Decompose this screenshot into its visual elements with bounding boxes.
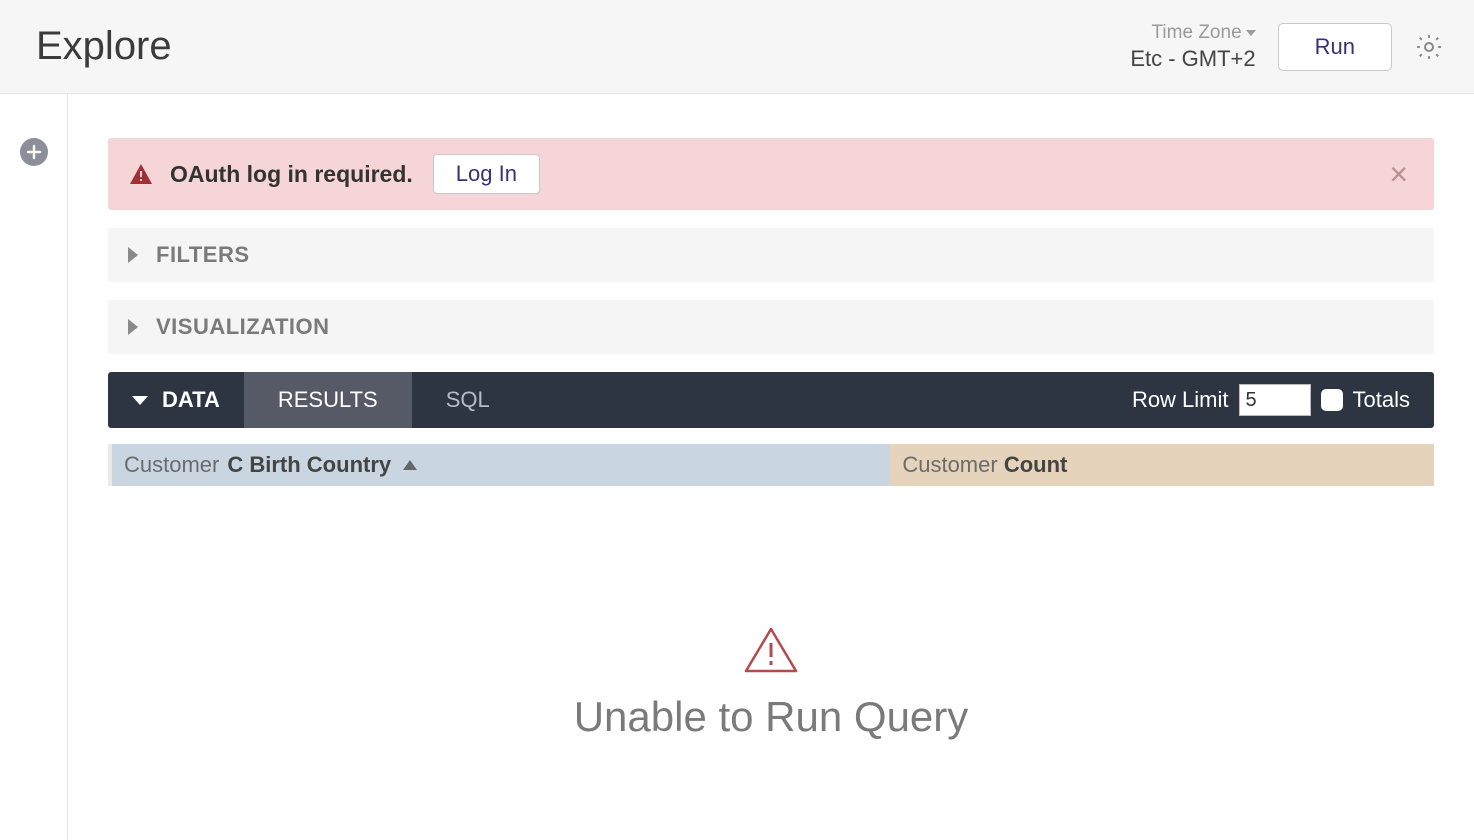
sql-tab[interactable]: SQL xyxy=(412,372,524,428)
dimension-name: C Birth Country xyxy=(227,452,391,478)
dimension-prefix: Customer xyxy=(124,452,219,478)
measure-name: Count xyxy=(1004,452,1068,477)
caret-right-icon xyxy=(128,247,138,263)
left-rail xyxy=(0,94,68,840)
header-bar: Explore Time Zone Etc - GMT+2 Run xyxy=(0,0,1474,94)
data-tab-label: DATA xyxy=(162,387,220,413)
main-content: OAuth log in required. Log In × FILTERS … xyxy=(68,94,1474,840)
row-limit-input[interactable] xyxy=(1239,384,1311,416)
warning-icon xyxy=(128,162,154,186)
sort-asc-icon xyxy=(403,460,417,470)
timezone-label: Time Zone xyxy=(1130,21,1255,45)
add-button[interactable] xyxy=(20,138,48,166)
column-header-count[interactable]: Customer Count xyxy=(890,444,1434,486)
totals-checkbox[interactable] xyxy=(1321,389,1343,411)
settings-button[interactable] xyxy=(1414,32,1444,62)
header-right: Time Zone Etc - GMT+2 Run xyxy=(1130,21,1444,72)
run-button[interactable]: Run xyxy=(1278,23,1392,71)
timezone-value: Etc - GMT+2 xyxy=(1130,45,1255,73)
filters-label: FILTERS xyxy=(156,242,250,268)
oauth-alert: OAuth log in required. Log In × xyxy=(108,138,1434,210)
data-bar: DATA RESULTS SQL Row Limit Totals xyxy=(108,372,1434,428)
login-button[interactable]: Log In xyxy=(433,154,540,194)
alert-message: OAuth log in required. xyxy=(170,161,413,188)
column-headers: Customer C Birth Country Customer Count xyxy=(108,444,1434,486)
close-icon: × xyxy=(1389,156,1408,192)
row-limit-label: Row Limit xyxy=(1132,387,1229,413)
page-title: Explore xyxy=(36,24,172,69)
measure-prefix: Customer xyxy=(902,452,997,477)
filters-panel[interactable]: FILTERS xyxy=(108,228,1434,282)
plus-icon xyxy=(26,144,42,160)
warning-icon xyxy=(743,626,799,674)
column-header-birth-country[interactable]: Customer C Birth Country xyxy=(108,444,890,486)
data-tab[interactable]: DATA xyxy=(108,372,244,428)
results-tab[interactable]: RESULTS xyxy=(244,372,412,428)
caret-right-icon xyxy=(128,319,138,335)
gear-icon xyxy=(1414,32,1444,62)
visualization-panel[interactable]: VISUALIZATION xyxy=(108,300,1434,354)
error-message: Unable to Run Query xyxy=(108,693,1434,741)
error-area: Unable to Run Query xyxy=(108,626,1434,741)
chevron-down-icon xyxy=(1246,30,1256,36)
visualization-label: VISUALIZATION xyxy=(156,314,330,340)
timezone-selector[interactable]: Time Zone Etc - GMT+2 xyxy=(1130,21,1255,72)
alert-close-button[interactable]: × xyxy=(1383,158,1414,190)
caret-down-icon xyxy=(132,396,148,405)
totals-label: Totals xyxy=(1353,387,1410,413)
